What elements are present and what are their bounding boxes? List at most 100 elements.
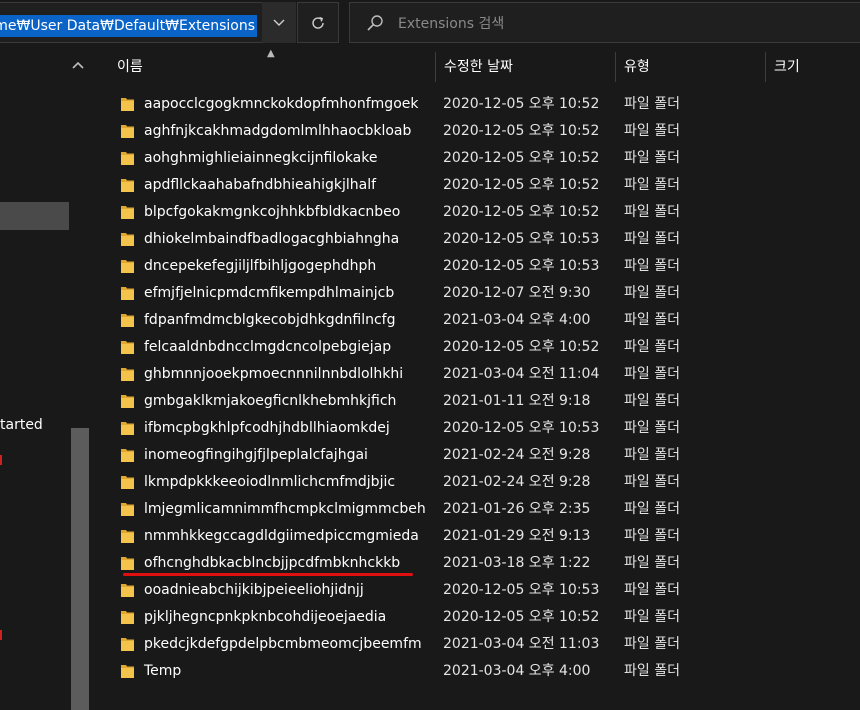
file-name: ghbmnnjooekpmoecnnnilnnbdlolhkhi [144, 366, 404, 382]
file-type: 파일 폴더 [624, 582, 680, 598]
file-row[interactable]: ofhcnghdbkacblncbjjpcdfmbknhckkb 2021-03-… [93, 550, 860, 577]
file-modified-date: 2020-12-05 오후 10:53 [443, 420, 600, 436]
file-row[interactable]: apdfllckaahabafndbhieahigkjlhalf 2020-12-… [93, 172, 860, 199]
file-row[interactable]: pkedcjkdefgpdelpbcmbmeomcjbeemfm 2021-03-… [93, 631, 860, 658]
file-name: aapocclcgogkmnckokdopfmhonfmgoek [144, 96, 419, 112]
search-box[interactable] [349, 2, 860, 43]
file-row[interactable]: ifbmcpbgkhlpfcodhjhdbllhiaomkdej 2020-12-… [93, 415, 860, 442]
file-modified-date: 2021-03-04 오후 4:00 [443, 312, 591, 328]
file-name: apdfllckaahabafndbhieahigkjlhalf [144, 177, 377, 193]
file-name: efmjfjelnicpmdcmfikempdhlmainjcb [144, 285, 395, 301]
file-row[interactable]: dhiokelmbaindfbadlogacghbiahngha 2020-12-… [93, 226, 860, 253]
file-modified-date: 2021-03-04 오전 11:03 [443, 636, 600, 652]
file-modified-date: 2020-12-05 오후 10:53 [443, 231, 600, 247]
folder-icon [121, 584, 134, 597]
file-name: pkedcjkdefgpdelpbcmbmeomcjbeemfm [144, 636, 422, 652]
chevron-up-icon [72, 61, 84, 69]
file-row[interactable]: inomeogfingihgjfjlpeplalcfajhgai 2021-02-… [93, 442, 860, 469]
file-modified-date: 2020-12-05 오후 10:52 [443, 123, 600, 139]
file-modified-date: 2021-03-18 오후 1:22 [443, 555, 591, 571]
folder-icon [121, 611, 134, 624]
nav-item-partial[interactable]: tarted [0, 417, 43, 433]
red-underline-annotation [123, 573, 413, 576]
column-header-date[interactable]: 수정한 날짜 [444, 52, 513, 82]
nav-selected-item[interactable] [0, 202, 69, 230]
column-divider[interactable] [435, 52, 436, 82]
address-history-button[interactable] [262, 2, 296, 43]
file-type: 파일 폴더 [624, 474, 680, 490]
nav-marker [0, 630, 2, 640]
file-modified-date: 2020-12-05 오후 10:52 [443, 96, 600, 112]
file-row[interactable]: lkmpdpkkkeeoiodlnmlichcmfmdjbjic 2021-02-… [93, 469, 860, 496]
file-name: inomeogfingihgjfjlpeplalcfajhgai [144, 447, 368, 463]
file-type: 파일 폴더 [624, 150, 680, 166]
file-name: Temp [144, 663, 182, 679]
file-name: ifbmcpbgkhlpfcodhjhdbllhiaomkdej [144, 420, 390, 436]
folder-icon [121, 125, 134, 138]
file-name: dhiokelmbaindfbadlogacghbiahngha [144, 231, 400, 247]
file-modified-date: 2020-12-05 오후 10:52 [443, 609, 600, 625]
file-type: 파일 폴더 [624, 123, 680, 139]
file-row[interactable]: nmmhkkegccagdldgiimedpiccmgmieda 2021-01-… [93, 523, 860, 550]
column-header-type[interactable]: 유형 [624, 52, 650, 82]
file-row[interactable]: ooadnieabchijkibjpeieeliohjidnjj 2020-12-… [93, 577, 860, 604]
file-name: ooadnieabchijkibjpeieeliohjidnjj [144, 582, 364, 598]
file-type: 파일 폴더 [624, 528, 680, 544]
file-name: pjkljhegncpnkpknbcohdijeoejaedia [144, 609, 387, 625]
address-path[interactable]: ome₩User Data₩Default₩Extensions [0, 18, 255, 34]
search-icon [367, 15, 383, 31]
file-modified-date: 2021-01-11 오전 9:18 [443, 393, 591, 409]
file-row[interactable]: blpcfgokakmgnkcojhhkbfbldkacnbeo 2020-12-… [93, 199, 860, 226]
file-type: 파일 폴더 [624, 258, 680, 274]
file-modified-date: 2020-12-05 오후 10:53 [443, 582, 600, 598]
refresh-button[interactable] [297, 2, 339, 43]
folder-icon [121, 638, 134, 651]
folder-icon [121, 395, 134, 408]
file-name: gmbgaklkmjakoegficnlkhebmhkjfich [144, 393, 397, 409]
column-header-size[interactable]: 크기 [774, 52, 800, 82]
folder-icon [121, 422, 134, 435]
file-name: dncepekefegjiljlfbihljgogephdhph [144, 258, 377, 274]
column-header-name[interactable]: 이름 [117, 52, 143, 82]
file-modified-date: 2021-03-04 오전 11:04 [443, 366, 600, 382]
file-modified-date: 2021-03-04 오후 4:00 [443, 663, 591, 679]
file-row[interactable]: aohghmighlieiainnegkcijnfilokake 2020-12-… [93, 145, 860, 172]
file-row[interactable]: ghbmnnjooekpmoecnnnilnnbdlolhkhi 2021-03-… [93, 361, 860, 388]
file-type: 파일 폴더 [624, 609, 680, 625]
address-bar[interactable]: ome₩User Data₩Default₩Extensions [0, 2, 296, 43]
column-divider[interactable] [615, 52, 616, 82]
folder-icon [121, 233, 134, 246]
address-path-selection[interactable]: ome₩User Data₩Default₩Extensions [0, 15, 257, 37]
folder-icon [121, 260, 134, 273]
file-row[interactable]: efmjfjelnicpmdcmfikempdhlmainjcb 2020-12-… [93, 280, 860, 307]
file-name: nmmhkkegccagdldgiimedpiccmgmieda [144, 528, 419, 544]
file-type: 파일 폴더 [624, 447, 680, 463]
column-divider[interactable] [765, 52, 766, 82]
file-type: 파일 폴더 [624, 339, 680, 355]
file-modified-date: 2021-01-29 오전 9:13 [443, 528, 591, 544]
column-headers: ▲ 이름 수정한 날짜 유형 크기 [93, 48, 860, 82]
file-row[interactable]: lmjegmlicamnimmfhcmpkclmigmmcbeh 2021-01-… [93, 496, 860, 523]
nav-scrollbar-thumb[interactable] [71, 428, 89, 710]
nav-scroll-up-button[interactable] [72, 54, 88, 70]
file-modified-date: 2021-01-26 오후 2:35 [443, 501, 591, 517]
file-name: blpcfgokakmgnkcojhhkbfbldkacnbeo [144, 204, 401, 220]
file-type: 파일 폴더 [624, 96, 680, 112]
search-input[interactable] [396, 11, 840, 37]
nav-marker [0, 455, 2, 465]
file-type: 파일 폴더 [624, 231, 680, 247]
file-row[interactable]: fdpanfmdmcblgkecobjdhkgdnfilncfg 2021-03-… [93, 307, 860, 334]
file-row[interactable]: gmbgaklkmjakoegficnlkhebmhkjfich 2021-01-… [93, 388, 860, 415]
file-row[interactable]: pjkljhegncpnkpknbcohdijeoejaedia 2020-12-… [93, 604, 860, 631]
file-row[interactable]: dncepekefegjiljlfbihljgogephdhph 2020-12-… [93, 253, 860, 280]
file-row[interactable]: felcaaldnbdncclmgdcncolpebgiejap 2020-12-… [93, 334, 860, 361]
folder-icon [121, 557, 134, 570]
folder-icon [121, 287, 134, 300]
file-name: aghfnjkcakhmadgdomlmlhhaocbkloab [144, 123, 412, 139]
file-modified-date: 2020-12-05 오후 10:52 [443, 150, 600, 166]
file-row[interactable]: aapocclcgogkmnckokdopfmhonfmgoek 2020-12-… [93, 91, 860, 118]
file-row[interactable]: Temp 2021-03-04 오후 4:00 파일 폴더 [93, 658, 860, 685]
file-modified-date: 2020-12-05 오후 10:52 [443, 204, 600, 220]
file-row[interactable]: aghfnjkcakhmadgdomlmlhhaocbkloab 2020-12-… [93, 118, 860, 145]
navigation-pane[interactable]: tarted [0, 52, 93, 710]
